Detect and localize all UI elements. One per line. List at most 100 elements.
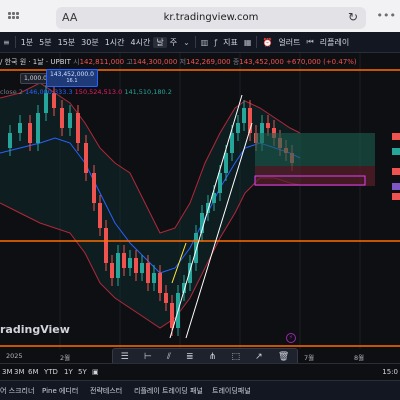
list-icon[interactable]: ☰ [121,352,129,362]
candle-body [76,113,80,143]
candle-body [266,123,270,128]
layout-icon[interactable]: ▦ [241,38,255,47]
price-pill-blue-value: 143,452,000.0 [50,71,94,78]
more-icon[interactable]: ••• [377,9,396,22]
interval-1h[interactable]: 1시간 [102,37,128,48]
interval-4h[interactable]: 4시간 [128,37,154,48]
tab-overview-icon[interactable] [8,12,20,22]
replay-icon[interactable]: ⏮ [304,37,317,47]
interval-5m[interactable]: 5분 [36,37,54,48]
interval-1m[interactable]: 1분 [18,37,36,48]
pitchfork-icon[interactable]: ⋔ [209,352,217,362]
time-label: 2025 [6,352,23,360]
close-value: 143,452,000 [239,58,284,66]
target-zone [255,133,375,166]
candle-body [140,263,144,273]
candle-body [98,203,102,228]
price-pill-blue[interactable]: 143,452,000.0 16.1 [46,69,98,87]
candle-body [68,113,72,128]
candle-body [104,228,108,263]
price-pill-blue-sub: 16.1 [66,78,78,84]
events-icon[interactable]: ⚡ [286,333,296,343]
change-value: +670,000 (+0.47%) [286,58,357,66]
tab-screener[interactable]: 어 스크리너 [0,386,34,396]
candle-body [92,173,96,203]
interval-1d[interactable]: 날 [153,36,167,48]
chevron-down-icon[interactable]: ⌄ [180,38,193,47]
bottom-panel-tabs: 어 스크리너 Pine 에디터 전략테스터 리플레이 트레이딩 패널 트레이딩패… [0,380,400,400]
candle-body [128,258,132,268]
tradingview-watermark: radingView [0,323,70,336]
alert-button[interactable]: 얼러트 [275,37,303,48]
alert-icon[interactable]: ⏰ [259,38,275,47]
candle-body [152,273,156,283]
range-3m[interactable]: 3M [2,368,13,376]
replay-button[interactable]: 리플레이 [317,37,352,48]
interval-1w[interactable]: 주 [167,37,180,48]
price-axis-marker [392,133,400,140]
candles-icon[interactable]: ▥ [198,38,212,47]
interval-15m[interactable]: 15분 [55,37,79,48]
open-value: 142,811,000 [79,58,125,66]
candle-body [146,263,150,283]
separator [194,36,196,48]
time-label: 8월 [354,354,365,362]
indicator-lower: 141,510,180.2 [124,88,172,96]
symbol-name[interactable]: / 한국 원 · 1날 · UPBIT [0,58,71,66]
address-bar[interactable]: AA kr.tradingview.com ↻ [56,7,366,29]
tab-trading-panel[interactable]: 트레이딩패널 [212,386,251,396]
url-text[interactable]: kr.tradingview.com [56,12,366,23]
tab-pine-editor[interactable]: Pine 에디터 [42,386,78,396]
range-3m-b[interactable]: 3M [14,368,25,376]
candle-body [84,143,88,173]
range-ytd[interactable]: YTD [44,368,58,376]
trash-icon[interactable]: 🗑 [278,352,289,362]
price-axis-marker [392,148,400,155]
candle-body [230,133,234,153]
candle-body [170,303,174,328]
price-axis-marker [392,193,400,200]
indicators-icon[interactable]: ƒ [211,38,220,47]
clock-time[interactable]: 15:0 [382,368,398,376]
candle-body [44,93,48,113]
candle-body [224,153,228,173]
browser-toolbar: AA kr.tradingview.com ↻ ••• [0,0,400,32]
channel-icon[interactable]: ⫽ [167,352,171,362]
candle-body [110,263,114,278]
range-1y[interactable]: 1Y [64,368,73,376]
interval-30m[interactable]: 30분 [78,37,102,48]
chart-canvas[interactable] [0,53,400,349]
tab-replay-panel[interactable]: 리플레이 트레이딩 패널 [134,386,203,396]
range-5y[interactable]: 5Y [78,368,87,376]
chart-toolbar: ≡ 1분 5분 15분 30분 1시간 4시간 날 주 ⌄ ▥ ƒ 지표 ▦ ⏰… [0,32,400,53]
candle-body [242,108,246,123]
menu-icon[interactable]: ≡ [0,38,13,47]
candle-body [194,233,198,263]
indicator-legend[interactable]: close 2 146,000,333.3 150,524,513.0 141,… [0,88,172,96]
low-value: 142,269,000 [186,58,231,66]
price-axis-marker [392,168,400,175]
indicators-button[interactable]: 지표 [220,37,241,48]
candle-body [8,133,12,148]
candle-body [36,113,40,143]
fib-icon[interactable]: ≣ [186,352,194,362]
candle-body [134,258,138,273]
tab-strategy-tester[interactable]: 전략테스터 [90,386,122,396]
range-bar: 3M 3M 6M YTD 1Y 5Y ▣ 15:0 [0,363,400,380]
reload-icon[interactable]: ↻ [348,10,358,24]
candle-body [18,123,22,133]
time-label: 2월 [60,354,71,362]
symbol-legend: / 한국 원 · 1날 · UPBIT 시142,811,000 고144,30… [0,57,357,67]
separator [256,36,258,48]
horizontal-ray-icon[interactable]: ⊢ [144,352,152,362]
measure-icon[interactable]: ↗ [255,352,263,362]
candle-body [218,173,222,193]
range-6m[interactable]: 6M [28,368,39,376]
candle-body [60,108,64,128]
candle-body [164,293,168,303]
price-axis-marker [392,183,400,190]
bollinger-band-fill [0,83,300,328]
calendar-icon[interactable]: ▣ [92,368,99,376]
price-chart[interactable]: / 한국 원 · 1날 · UPBIT 시142,811,000 고144,30… [0,53,400,349]
rectangle-icon[interactable]: ⬚ [231,352,240,362]
